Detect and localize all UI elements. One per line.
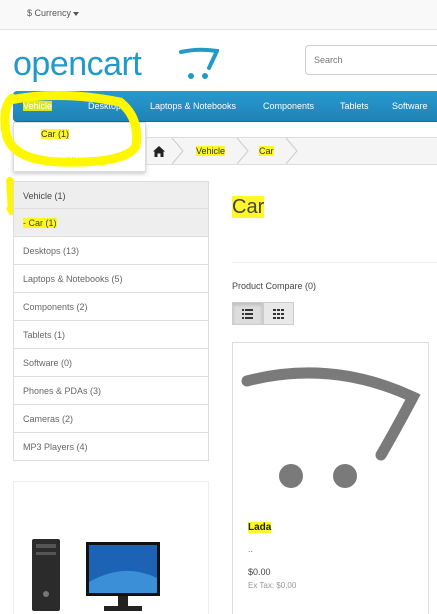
category-tablets[interactable]: Tablets (1) xyxy=(13,321,209,349)
breadcrumb-car[interactable]: Car xyxy=(259,138,274,164)
category-phones[interactable]: Phones & PDAs (3) xyxy=(13,377,209,405)
category-laptops[interactable]: Laptops & Notebooks (5) xyxy=(13,265,209,293)
product-ex-tax: Ex Tax: $0.00 xyxy=(248,581,297,590)
breadcrumb-vehicle[interactable]: Vehicle xyxy=(196,138,226,164)
divider xyxy=(232,262,437,263)
product-name-link[interactable]: Lada xyxy=(248,522,272,533)
top-bar: $ Currency xyxy=(0,0,437,30)
currency-label: $ Currency xyxy=(27,8,72,18)
category-vehicle[interactable]: Vehicle (1) xyxy=(13,181,209,209)
menu-item-laptops[interactable]: Laptops & Notebooks xyxy=(150,91,236,122)
category-car[interactable]: - Car (1) xyxy=(13,209,209,237)
product-compare-link[interactable]: Product Compare (0) xyxy=(232,281,316,291)
logo-text: opencart xyxy=(13,45,142,83)
cart-logo-icon xyxy=(179,47,219,79)
caret-down-icon xyxy=(73,11,80,16)
grid-view-button[interactable] xyxy=(263,302,294,325)
menu-item-tablets[interactable]: Tablets xyxy=(340,91,369,122)
menu-item-components[interactable]: Components xyxy=(263,91,314,122)
breadcrumb-separator-icon xyxy=(236,138,249,164)
category-sidebar: Vehicle (1) - Car (1) Desktops (13) Lapt… xyxy=(13,181,209,461)
category-mp3-players[interactable]: MP3 Players (4) xyxy=(13,433,209,461)
product-description: .. xyxy=(248,544,254,554)
breadcrumb: Vehicle Car xyxy=(146,137,437,165)
search-input[interactable] xyxy=(306,46,426,74)
opencart-logo[interactable]: opencart xyxy=(13,44,219,84)
search-box xyxy=(305,45,437,75)
placeholder-cart-image[interactable] xyxy=(241,363,421,498)
list-icon xyxy=(242,309,253,319)
product-card: Lada .. $0.00 Ex Tax: $0.00 xyxy=(232,342,429,614)
product-price: $0.00 xyxy=(248,567,271,577)
menu-item-software[interactable]: Software xyxy=(392,91,428,122)
category-desktops[interactable]: Desktops (13) xyxy=(13,237,209,265)
home-icon[interactable] xyxy=(153,146,165,157)
breadcrumb-separator-icon xyxy=(285,138,298,164)
grid-icon xyxy=(273,309,284,319)
category-components[interactable]: Components (2) xyxy=(13,293,209,321)
computer-monitor-image xyxy=(32,539,160,611)
list-view-button[interactable] xyxy=(232,302,263,325)
page-title: Car xyxy=(232,196,265,218)
highlight-scribble xyxy=(0,90,142,167)
currency-dropdown[interactable]: $ Currency xyxy=(27,8,80,18)
banner-image[interactable] xyxy=(13,481,209,614)
category-cameras[interactable]: Cameras (2) xyxy=(13,405,209,433)
breadcrumb-separator-icon xyxy=(171,138,184,164)
category-software[interactable]: Software (0) xyxy=(13,349,209,377)
